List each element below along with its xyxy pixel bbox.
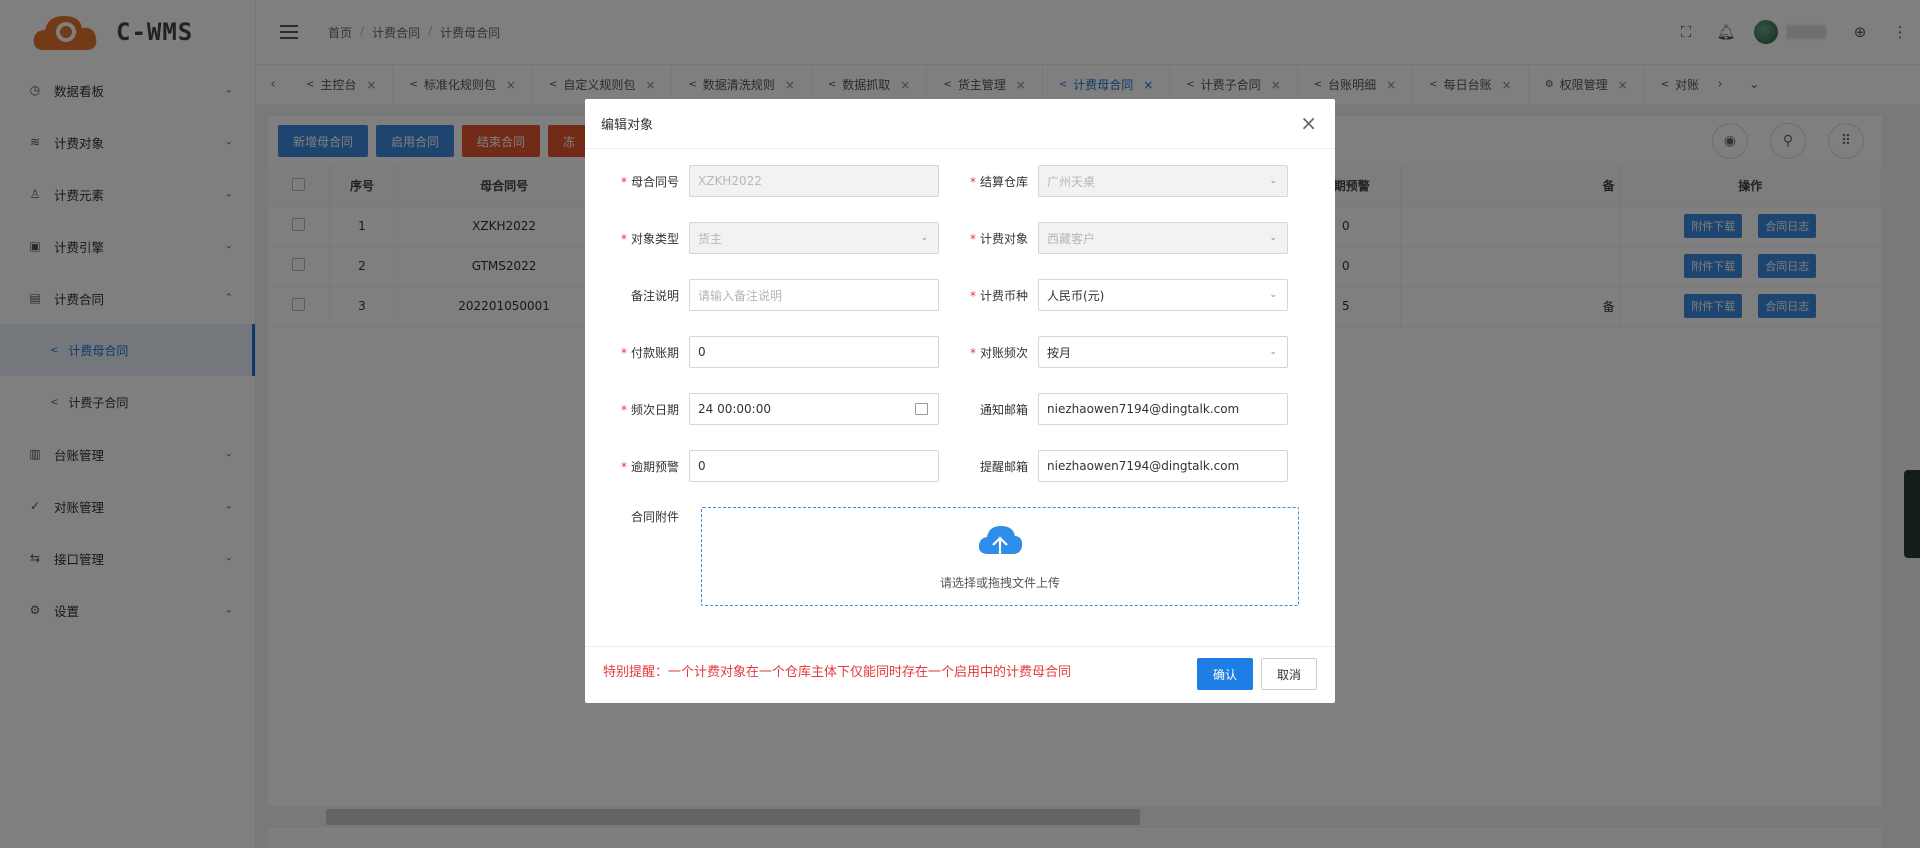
billing-object-select[interactable]: 西藏客户 ⌄ bbox=[1038, 222, 1288, 254]
frequency-date-picker[interactable]: 24 00:00:00 bbox=[689, 393, 939, 425]
field-object-type: * 对象类型 货主 ⌄ bbox=[585, 222, 939, 254]
field-billing-object: * 计费对象 西藏客户 ⌄ bbox=[934, 222, 1288, 254]
cloud-upload-icon bbox=[978, 526, 1023, 562]
attachment-upload-area[interactable]: 请选择或拖拽文件上传 bbox=[701, 507, 1299, 606]
field-parent-code: * 母合同号 XZKH2022 bbox=[585, 165, 939, 197]
cancel-button[interactable]: 取消 bbox=[1261, 658, 1317, 690]
warning-text: 特别提醒：一个计费对象在一个仓库主体下仅能同时存在一个启用中的计费母合同 bbox=[603, 665, 1072, 680]
remark-input[interactable]: 请输入备注说明 bbox=[689, 279, 939, 311]
app: C-WMS ◷ 数据看板 ⌄ ≋ 计费对象 ⌄ ♙ 计费元素 ⌄ ▣ 计费引擎 … bbox=[0, 0, 1920, 848]
warehouse-select[interactable]: 广州天桌 ⌄ bbox=[1038, 165, 1288, 197]
field-remind-email: 提醒邮箱 niezhaowen7194@dingtalk.com bbox=[934, 450, 1288, 482]
recon-frequency-select[interactable]: 按月 ⌄ bbox=[1038, 336, 1288, 368]
close-icon[interactable]: × bbox=[1300, 113, 1317, 133]
field-notify-email: 通知邮箱 niezhaowen7194@dingtalk.com bbox=[934, 393, 1288, 425]
parent-code-input[interactable]: XZKH2022 bbox=[689, 165, 939, 197]
field-frequency-date: * 频次日期 24 00:00:00 bbox=[585, 393, 939, 425]
edit-object-dialog: 编辑对象 × * 母合同号 XZKH2022 * 结算仓库 广州天桌 ⌄ * 对象类型 … bbox=[585, 99, 1335, 703]
chevron-down-icon: ⌄ bbox=[1269, 347, 1277, 357]
field-recon-frequency: * 对账频次 按月 ⌄ bbox=[934, 336, 1288, 368]
remind-email-input[interactable]: niezhaowen7194@dingtalk.com bbox=[1038, 450, 1288, 482]
calendar-icon bbox=[915, 403, 928, 415]
chevron-down-icon: ⌄ bbox=[1269, 176, 1277, 186]
field-currency: * 计费币种 人民币(元) ⌄ bbox=[934, 279, 1288, 311]
field-overdue-warning: * 逾期预警 0 bbox=[585, 450, 939, 482]
chevron-down-icon: ⌄ bbox=[1269, 233, 1277, 243]
attachment-label: 合同附件 bbox=[630, 510, 679, 524]
dialog-footer: 特别提醒：一个计费对象在一个仓库主体下仅能同时存在一个启用中的计费母合同 确认 … bbox=[585, 646, 1335, 703]
field-remark: 备注说明 请输入备注说明 bbox=[585, 279, 939, 311]
payment-term-input[interactable]: 0 bbox=[689, 336, 939, 368]
dialog-header: 编辑对象 bbox=[585, 99, 1335, 149]
field-warehouse: * 结算仓库 广州天桌 ⌄ bbox=[934, 165, 1288, 197]
chevron-down-icon: ⌄ bbox=[920, 233, 928, 243]
object-type-select[interactable]: 货主 ⌄ bbox=[689, 222, 939, 254]
notify-email-input[interactable]: niezhaowen7194@dingtalk.com bbox=[1038, 393, 1288, 425]
confirm-button[interactable]: 确认 bbox=[1197, 658, 1253, 690]
chevron-down-icon: ⌄ bbox=[1269, 290, 1277, 300]
dialog-title: 编辑对象 bbox=[601, 118, 654, 133]
currency-select[interactable]: 人民币(元) ⌄ bbox=[1038, 279, 1288, 311]
upload-hint: 请选择或拖拽文件上传 bbox=[939, 576, 1060, 590]
field-payment-term: * 付款账期 0 bbox=[585, 336, 939, 368]
overdue-warning-input[interactable]: 0 bbox=[689, 450, 939, 482]
